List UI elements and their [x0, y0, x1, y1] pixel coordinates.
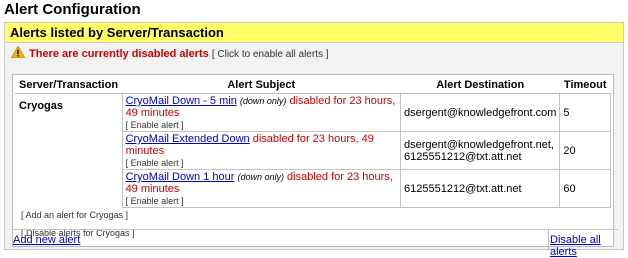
add-alert-for-server-link[interactable]: [ Add an alert for Cryogas ] — [21, 210, 128, 220]
footer-divider — [12, 229, 548, 230]
alert-destination: dsergent@knowledgefront.net, — [404, 138, 554, 151]
alert-subject-cell: CryoMail Extended Down disabled for 23 h… — [121, 131, 402, 170]
alert-destination-cell: dsergent@knowledgefront.com — [399, 93, 561, 132]
alert-destination: 6125551212@txt.att.net — [404, 182, 522, 195]
enable-all-alerts-label[interactable]: Click to enable all alerts — [217, 49, 323, 60]
add-new-alert-link[interactable]: Add new alert — [13, 234, 80, 246]
alert-subject-link[interactable]: CryoMail Extended Down — [126, 133, 250, 145]
bracket-close: ] — [322, 49, 329, 60]
alert-timeout-cell: 5 — [559, 93, 611, 132]
alert-subject-cell: CryoMail Down - 5 min (down only) disabl… — [121, 93, 402, 132]
down-only-label: (down only) — [239, 96, 287, 106]
alert-destination: dsergent@knowledgefront.com — [404, 106, 557, 119]
disabled-warning: There are currently disabled alerts [ Cl… — [5, 43, 623, 65]
alert-subject-cell: CryoMail Down 1 hour (down only) disable… — [121, 169, 402, 208]
alert-timeout-cell: 20 — [559, 131, 611, 170]
col-header-destination: Alert Destination — [400, 76, 560, 94]
col-header-server: Server/Transaction — [15, 76, 123, 94]
table-row: Cryogas CryoMail Down - 5 min (down only… — [15, 93, 611, 132]
disable-all-alerts-link[interactable]: Disable all alerts — [550, 234, 601, 258]
footer-separator — [548, 229, 549, 251]
alert-destination-cell: dsergent@knowledgefront.net, 6125551212@… — [399, 131, 561, 170]
table-header-row: Server/Transaction Alert Subject Alert D… — [15, 76, 611, 94]
footer-add: Add new alert — [13, 234, 80, 246]
alert-subject-link[interactable]: CryoMail Down - 5 min — [126, 95, 237, 107]
col-header-subject: Alert Subject — [122, 76, 401, 94]
enable-all-alerts-link[interactable]: [ Click to enable all alerts ] — [212, 49, 329, 60]
alert-destination-secondary: 6125551212@txt.att.net — [404, 150, 522, 163]
warning-triangle-icon — [11, 46, 25, 58]
disabled-warning-text: There are currently disabled alerts — [29, 48, 209, 60]
alert-subject-link[interactable]: CryoMail Down 1 hour — [126, 171, 235, 183]
alerts-panel: Alerts listed by Server/Transaction Ther… — [4, 22, 624, 258]
page-title: Alert Configuration — [4, 1, 141, 18]
server-name: Cryogas — [19, 100, 64, 112]
alerts-table: Server/Transaction Alert Subject Alert D… — [15, 76, 611, 208]
enable-alert-link[interactable]: [ Enable alert ] — [126, 120, 397, 130]
panel-header: Alerts listed by Server/Transaction — [5, 23, 623, 43]
alert-destination-cell: 6125551212@txt.att.net — [399, 169, 561, 208]
enable-alert-link[interactable]: [ Enable alert ] — [126, 158, 397, 168]
footer-disable: Disable all alerts — [550, 234, 623, 258]
enable-alert-link[interactable]: [ Enable alert ] — [126, 196, 397, 206]
col-header-timeout: Timeout — [559, 76, 611, 94]
down-only-label: (down only) — [237, 172, 284, 182]
alert-timeout-cell: 60 — [559, 169, 611, 208]
alerts-table-container: Server/Transaction Alert Subject Alert D… — [12, 74, 614, 247]
footer-divider-right — [548, 229, 618, 230]
